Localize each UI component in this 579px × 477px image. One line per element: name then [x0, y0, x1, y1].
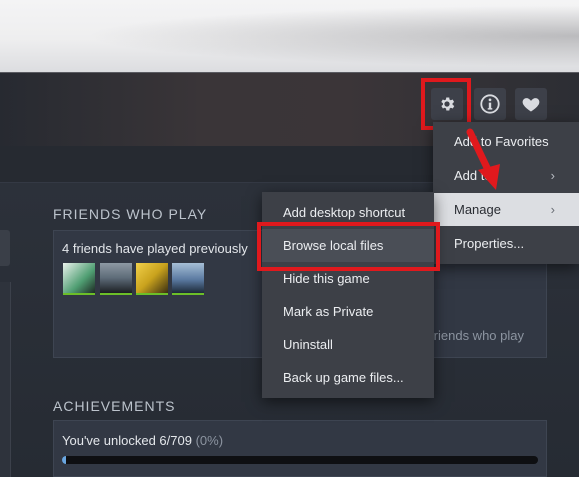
submenu-item-back-up-game-files[interactable]: Back up game files... [262, 361, 434, 394]
chevron-right-icon: › [550, 202, 555, 217]
browse-files-highlight-box [257, 222, 440, 271]
friends-section-title: FRIENDS WHO PLAY [53, 206, 208, 222]
submenu-item-label: Back up game files... [283, 370, 404, 385]
submenu-item-mark-as-private[interactable]: Mark as Private [262, 295, 434, 328]
heart-icon [522, 98, 540, 112]
achievements-section-title: ACHIEVEMENTS [53, 398, 176, 414]
achievements-unlocked-count: You've unlocked 6/709 [62, 433, 192, 448]
achievements-card: You've unlocked 6/709 (0%) [53, 420, 547, 477]
favorite-button[interactable] [515, 88, 547, 120]
friends-summary: 4 friends have played previously [62, 241, 248, 256]
submenu-item-label: Hide this game [283, 271, 370, 286]
submenu-item-uninstall[interactable]: Uninstall [262, 328, 434, 361]
chevron-right-icon: › [550, 168, 555, 183]
menu-item-manage[interactable]: Manage › [433, 193, 579, 226]
hero-shade [0, 0, 579, 72]
menu-item-label: Manage [454, 202, 501, 217]
annotation-arrow-icon [466, 128, 500, 190]
achievements-summary: You've unlocked 6/709 (0%) [62, 433, 223, 448]
friend-avatar[interactable] [100, 263, 132, 295]
achievements-progress-bar [62, 456, 538, 464]
submenu-item-label: Mark as Private [283, 304, 374, 319]
info-button[interactable] [474, 88, 506, 120]
left-column-panel [0, 282, 11, 477]
left-column-button[interactable] [0, 230, 10, 266]
submenu-item-label: Uninstall [283, 337, 333, 352]
friend-avatar[interactable] [172, 263, 204, 295]
info-icon [480, 94, 500, 114]
achievements-progress-fill [62, 456, 66, 464]
friend-avatar[interactable] [136, 263, 168, 295]
friend-avatar[interactable] [63, 263, 95, 295]
submenu-item-label: Add desktop shortcut [283, 205, 406, 220]
achievements-percent: (0%) [195, 433, 224, 448]
menu-item-properties[interactable]: Properties... [433, 227, 579, 260]
view-all-friends-link[interactable]: friends who play [430, 328, 524, 343]
menu-item-label: Properties... [454, 236, 525, 251]
